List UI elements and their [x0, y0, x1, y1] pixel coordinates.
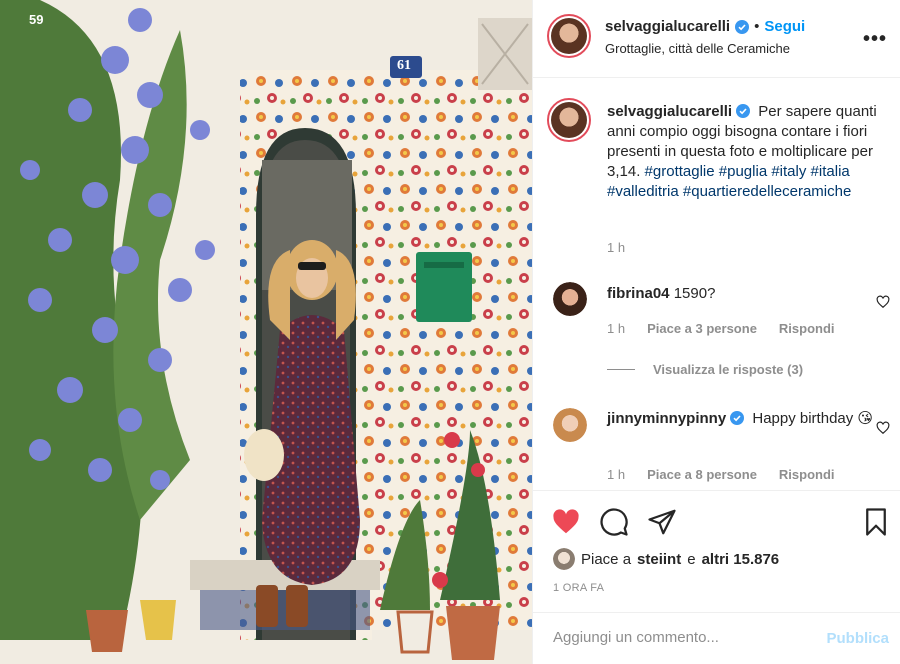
comment-item: jinnyminnypinny Happy birthday 😘 — [607, 409, 877, 429]
likes-summary: Piace a steiint e altri 15.876 — [553, 548, 779, 570]
hashtag-link[interactable]: #italia — [811, 163, 850, 180]
photo-illustration — [0, 0, 532, 664]
follow-button[interactable]: Segui — [764, 18, 805, 35]
action-bar — [533, 490, 900, 550]
verified-badge-icon — [736, 104, 751, 118]
comment-username[interactable]: jinnyminnypinny — [607, 410, 726, 427]
commenter-avatar[interactable] — [553, 408, 587, 442]
more-options-icon[interactable]: ••• — [863, 28, 887, 51]
replies-divider — [607, 369, 635, 370]
likes-joiner: e — [687, 550, 696, 568]
post-caption: selvaggialucarelli Per sapere quanti ann… — [607, 102, 889, 202]
post-photo[interactable]: 59 61 — [0, 0, 532, 664]
verified-badge-icon — [735, 19, 750, 34]
heart-filled-icon[interactable] — [551, 507, 581, 537]
comment-likes[interactable]: Piace a 8 persone — [647, 467, 757, 482]
view-replies-button[interactable]: Visualizza le risposte (3) — [607, 362, 803, 377]
instagram-post-view: 59 61 selvaggialucarelli • Segui Grottag… — [0, 0, 900, 664]
comment-time: 1 h — [607, 321, 626, 336]
house-number-61: 61 — [397, 58, 411, 73]
commenter-avatar[interactable] — [553, 282, 587, 316]
heart-outline-icon[interactable] — [876, 421, 890, 435]
bookmark-icon[interactable] — [861, 507, 891, 537]
post-location[interactable]: Grottaglie, città delle Ceramiche — [605, 41, 790, 56]
house-number-59: 59 — [29, 12, 44, 27]
caption-author-avatar[interactable] — [547, 98, 591, 142]
caption-time: 1 h — [607, 240, 626, 255]
separator-dot: • — [754, 18, 760, 35]
likes-prefix: Piace a — [581, 550, 632, 568]
author-username[interactable]: selvaggialucarelli — [605, 18, 730, 35]
comment-icon[interactable] — [599, 507, 629, 537]
hashtag-link[interactable]: #valleditria — [607, 183, 679, 200]
view-replies-label: Visualizza le risposte (3) — [653, 362, 804, 377]
comment-meta: 1 h Piace a 3 persone Rispondi — [607, 321, 835, 336]
hashtag-link[interactable]: #puglia — [719, 163, 767, 180]
author-avatar[interactable] — [547, 14, 591, 58]
comment-item: fibrina04 1590? — [607, 284, 877, 304]
post-header: selvaggialucarelli • Segui Grottaglie, c… — [533, 0, 900, 78]
hashtag-link[interactable]: #italy — [771, 163, 806, 180]
verified-badge-icon — [730, 411, 745, 425]
hashtag-link[interactable]: #grottaglie — [645, 163, 715, 180]
likes-count-link[interactable]: altri 15.876 — [702, 551, 780, 568]
comment-likes[interactable]: Piace a 3 persone — [647, 321, 757, 336]
heart-outline-icon[interactable] — [876, 295, 890, 309]
comment-username[interactable]: fibrina04 — [607, 285, 670, 302]
liker-avatar[interactable] — [553, 548, 575, 570]
liker-username[interactable]: steiint — [637, 551, 681, 568]
comment-text: 1590? — [673, 285, 716, 302]
post-sidebar: selvaggialucarelli • Segui Grottaglie, c… — [532, 0, 900, 664]
reply-button[interactable]: Rispondi — [779, 321, 835, 336]
comment-meta: 1 h Piace a 8 persone Rispondi — [607, 467, 835, 482]
comment-time: 1 h — [607, 467, 626, 482]
publish-button[interactable]: Pubblica — [826, 630, 889, 647]
share-icon[interactable] — [647, 507, 677, 537]
hashtag-link[interactable]: #quartieredelleceramiche — [683, 183, 851, 200]
comment-text: Happy birthday 😘 — [752, 410, 874, 427]
post-timestamp: 1 ORA FA — [553, 582, 605, 594]
comment-form: Pubblica — [533, 612, 900, 664]
comment-input[interactable] — [553, 629, 803, 646]
caption-author[interactable]: selvaggialucarelli — [607, 103, 732, 120]
reply-button[interactable]: Rispondi — [779, 467, 835, 482]
